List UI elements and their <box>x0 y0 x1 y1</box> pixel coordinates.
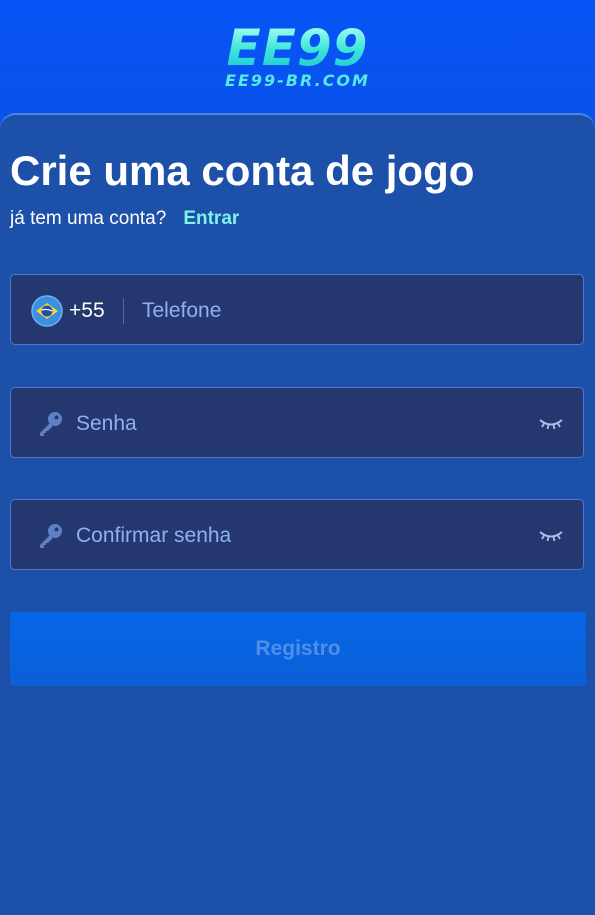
brazil-flag-icon[interactable] <box>31 295 63 327</box>
key-icon <box>40 524 62 548</box>
logo-domain: EE99-BR.COM <box>225 71 370 90</box>
confirm-password-input[interactable] <box>76 518 516 554</box>
have-account-text: já tem uma conta? <box>10 208 167 229</box>
register-button[interactable]: Registro <box>10 612 586 686</box>
country-code[interactable]: +55 <box>69 299 105 323</box>
page-title: Crie uma conta de jogo <box>10 147 475 194</box>
eye-closed-icon[interactable] <box>538 528 564 544</box>
eye-closed-icon[interactable] <box>538 416 564 432</box>
field-divider <box>123 298 124 324</box>
confirm-password-field[interactable] <box>10 499 584 570</box>
login-prompt: já tem uma conta? Entrar <box>10 207 239 231</box>
phone-field[interactable]: +55 <box>10 274 584 345</box>
key-icon <box>40 412 62 436</box>
password-field[interactable] <box>10 387 584 458</box>
logo-text: EE99 <box>0 22 595 74</box>
header: EE99 EE99-BR.COM <box>0 0 595 116</box>
phone-input[interactable] <box>142 293 562 329</box>
login-link[interactable]: Entrar <box>183 208 239 229</box>
brand-logo: EE99 EE99-BR.COM <box>0 22 595 90</box>
password-input[interactable] <box>76 406 516 442</box>
